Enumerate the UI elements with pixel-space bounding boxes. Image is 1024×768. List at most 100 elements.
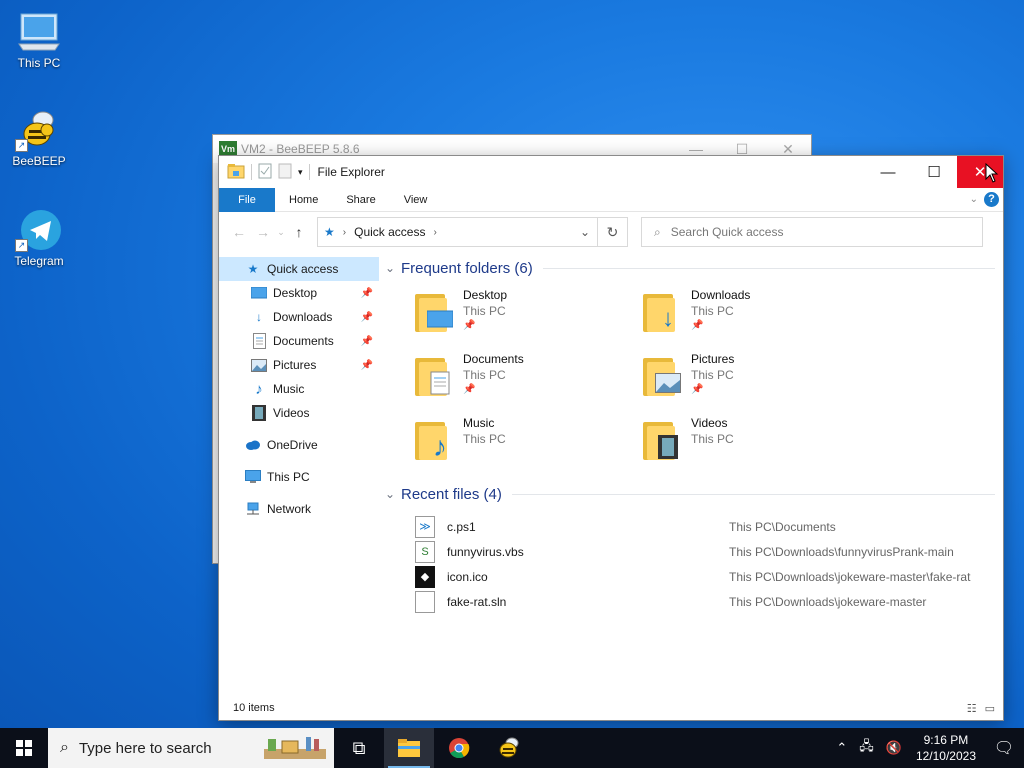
sidebar-item-label: Network [267,502,312,516]
folder-tile-desktop[interactable]: Desktop This PC 📌 [415,286,643,344]
up-arrow-icon[interactable]: ↑ [287,224,311,240]
desktop-icon-beebeep[interactable]: ↗ BeeBEEP [4,108,74,168]
picture-icon [251,357,267,373]
folder-icon: ↓ [643,290,683,334]
recent-files-header[interactable]: ⌄ Recent files (4) [385,480,995,508]
search-input[interactable]: ⌕ Search Quick access [641,217,983,247]
folder-icon[interactable] [227,163,245,182]
powershell-script-icon: ≫ [415,515,435,538]
chrome-icon [449,738,470,759]
folder-name: Documents [463,352,524,366]
clock-time: 9:16 PM [923,733,969,747]
folder-name: Videos [691,416,728,430]
folder-tile-downloads[interactable]: ↓ Downloads This PC 📌 [643,286,871,344]
frequent-folders-header[interactable]: ⌄ Frequent folders (6) [385,254,995,282]
file-name: funnyvirus.vbs [447,544,524,559]
pin-icon[interactable]: 📌 [361,336,373,347]
notification-icon[interactable]: 🗨 [984,738,1024,758]
minimize-icon: — [880,163,896,181]
music-note-icon: ♪ [255,380,263,398]
details-view-icon[interactable]: ☷ [967,702,977,715]
pin-icon[interactable]: 📌 [361,288,373,299]
tab-view[interactable]: View [390,188,442,212]
clock[interactable]: 9:16 PM 12/10/2023 [908,732,984,764]
folder-tile-videos[interactable]: Videos This PC [643,414,871,472]
task-view-button[interactable]: ⧉ [334,728,384,768]
pin-icon[interactable]: 📌 [361,312,373,323]
forward-arrow-icon[interactable]: → [251,224,275,240]
blank-file-icon [415,590,435,613]
recent-locations-chevron-icon[interactable]: ⌄ [275,227,287,238]
show-hidden-icons-chevron-icon[interactable]: ⌃ [830,740,853,756]
folder-tile-documents[interactable]: Documents This PC 📌 [415,350,643,408]
refresh-button[interactable]: ↻ [598,217,628,247]
back-arrow-icon[interactable]: ← [227,224,251,240]
collapse-chevron-icon[interactable]: ⌄ [385,261,395,275]
folder-tile-pictures[interactable]: Pictures This PC 📌 [643,350,871,408]
folder-name: Music [463,416,495,430]
new-folder-icon[interactable] [278,163,292,182]
sidebar-item-label: Pictures [273,358,317,372]
status-bar: 10 items ☷ ▭ [219,696,1003,720]
document-icon [251,333,267,349]
taskbar-file-explorer[interactable] [384,728,434,768]
sidebar-item-pictures[interactable]: Pictures 📌 [219,353,379,377]
pin-icon[interactable]: 📌 [361,360,373,371]
sidebar-item-documents[interactable]: Documents 📌 [219,329,379,353]
list-item[interactable]: ◆ icon.ico This PC\Downloads\jokeware-ma… [415,564,995,589]
collapse-chevron-icon[interactable]: ⌄ [385,487,395,501]
volume-muted-icon[interactable]: 🔇 [880,740,908,756]
tab-home[interactable]: Home [275,188,332,212]
address-dropdown-icon[interactable]: ⌄ [573,225,597,239]
desktop-icon-telegram[interactable]: ↗ Telegram [4,208,74,268]
sidebar-item-downloads[interactable]: ↓ Downloads 📌 [219,305,379,329]
explorer-titlebar[interactable]: ▾ File Explorer — ☐ ✕ [219,156,1003,188]
list-item[interactable]: ≫ c.ps1 This PC\Documents [415,514,995,539]
desktop-icon [251,285,267,301]
bee-icon [499,737,519,758]
sidebar-item-label: Downloads [273,310,333,324]
ico-image-icon: ◆ [415,565,435,588]
customize-toolbar-icon[interactable]: ▾ [298,167,303,178]
sidebar-item-desktop[interactable]: Desktop 📌 [219,281,379,305]
breadcrumb-chevron-icon[interactable]: › [433,227,436,238]
file-explorer-window[interactable]: ▾ File Explorer — ☐ ✕ File Home Share Vi… [218,155,1004,721]
list-item[interactable]: S funnyvirus.vbs This PC\Downloads\funny… [415,539,995,564]
item-count: 10 items [233,702,275,714]
toolbar-divider [251,164,252,180]
desktop-icon-this-pc[interactable]: This PC [4,10,74,70]
star-icon: ★ [247,262,259,276]
file-name: fake-rat.sln [447,594,507,609]
help-icon[interactable]: ? [984,192,999,207]
sidebar-item-music[interactable]: ♪ Music [219,377,379,401]
sidebar-item-label: Desktop [273,286,318,300]
sidebar-item-videos[interactable]: Videos [219,401,379,425]
sidebar-item-this-pc[interactable]: This PC [219,465,379,489]
folder-tile-music[interactable]: ♪ Music This PC [415,414,643,472]
start-button[interactable] [0,728,48,768]
taskbar-beebeep[interactable] [484,728,534,768]
network-icon[interactable]: 🖧 [853,737,880,759]
large-icons-view-icon[interactable]: ▭ [985,702,995,715]
list-item[interactable]: fake-rat.sln This PC\Downloads\jokeware-… [415,589,995,614]
properties-icon[interactable] [258,163,272,182]
address-bar[interactable]: ★ › Quick access › ⌄ [317,217,598,247]
taskbar-search-box[interactable]: ⌕ Type here to search [48,728,334,768]
breadcrumb-quick-access[interactable]: Quick access [354,225,425,239]
file-path: This PC\Downloads\jokeware-master [729,594,927,609]
taskbar-chrome[interactable] [434,728,484,768]
folder-name: Pictures [691,352,735,366]
tab-file[interactable]: File [219,187,275,212]
sidebar-item-onedrive[interactable]: OneDrive [219,433,379,457]
folder-icon: ♪ [415,418,455,462]
maximize-button[interactable]: ☐ [911,156,957,188]
breadcrumb-chevron-icon[interactable]: › [343,227,346,238]
mouse-cursor-icon [985,162,999,186]
expand-ribbon-chevron-icon[interactable]: ⌄ [970,194,978,205]
pin-icon: 📌 [463,384,476,395]
sidebar-item-quick-access[interactable]: ★ Quick access [219,257,379,281]
minimize-button[interactable]: — [865,156,911,188]
system-tray: ⌃ 🖧 🔇 9:16 PM 12/10/2023 🗨 [830,728,1024,768]
sidebar-item-network[interactable]: Network [219,497,379,521]
tab-share[interactable]: Share [332,188,389,212]
